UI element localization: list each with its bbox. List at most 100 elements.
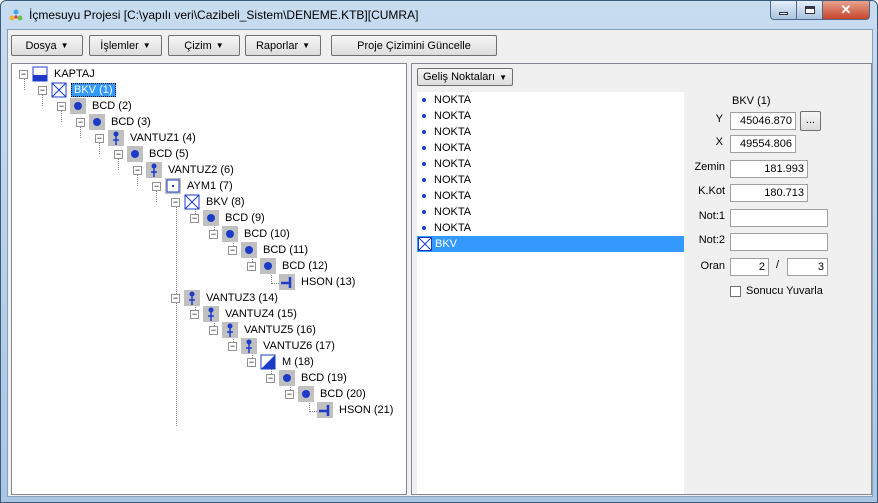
minimize-button[interactable] (770, 1, 797, 20)
incoming-point-item[interactable]: NOKTA (417, 220, 684, 236)
y-input[interactable]: 45046.870 (730, 112, 796, 130)
collapse-toggle[interactable]: − (266, 373, 275, 383)
bcd-icon (70, 98, 86, 114)
menu-cizim-button[interactable]: Çizim ▼ (168, 35, 240, 56)
tree-node[interactable]: − BCD (10) (209, 226, 292, 242)
oran-denominator-input[interactable]: 3 (787, 258, 828, 276)
m-icon (260, 354, 276, 370)
kkot-input[interactable]: 180.713 (730, 184, 808, 202)
collapse-toggle[interactable]: − (228, 245, 237, 255)
browse-button[interactable]: ... (800, 111, 821, 131)
tree-node[interactable]: − BCD (20) (285, 386, 368, 402)
tree-node[interactable]: − BCD (3) (76, 114, 153, 130)
incoming-point-label: NOKTA (434, 94, 472, 106)
round-result-label: Sonucu Yuvarla (746, 285, 823, 297)
y-label: Y (715, 113, 723, 125)
vantuz-icon (203, 306, 219, 322)
tree-node[interactable]: − VANTUZ4 (15) (190, 306, 299, 322)
collapse-toggle[interactable]: − (209, 229, 218, 239)
collapse-toggle[interactable]: − (171, 293, 180, 303)
bcd-icon (279, 370, 295, 386)
collapse-toggle[interactable]: − (190, 213, 199, 223)
tree-node[interactable]: − BCD (12) (247, 258, 330, 274)
collapse-toggle[interactable]: − (95, 133, 104, 143)
tree-node[interactable]: − BKV (8) (171, 194, 247, 210)
collapse-toggle[interactable]: − (171, 197, 180, 207)
incoming-point-item[interactable]: NOKTA (417, 140, 684, 156)
collapse-toggle[interactable]: − (209, 325, 218, 335)
tree-node[interactable]: HSON (13) (266, 274, 357, 290)
incoming-point-item[interactable]: NOKTA (417, 156, 684, 172)
incoming-point-item[interactable]: NOKTA (417, 124, 684, 140)
collapse-toggle[interactable]: − (228, 341, 237, 351)
collapse-toggle[interactable]: − (114, 149, 123, 159)
not2-label: Not:2 (698, 234, 725, 246)
tree-node[interactable]: − VANTUZ5 (16) (209, 322, 318, 338)
tree-node[interactable]: − BCD (5) (114, 146, 191, 162)
menu-dosya-button[interactable]: Dosya ▼ (11, 35, 83, 56)
incoming-point-item[interactable]: NOKTA (417, 108, 684, 124)
incoming-point-label: BKV (435, 238, 458, 250)
bcd-icon (203, 210, 219, 226)
tree-node-label: AYM1 (7) (187, 180, 233, 192)
tree-node-label: BCD (11) (263, 244, 309, 256)
maximize-button[interactable] (796, 1, 823, 20)
collapse-toggle[interactable]: − (57, 101, 66, 111)
incoming-point-item[interactable]: BKV (417, 236, 684, 252)
tree-node[interactable]: − M (18) (247, 354, 316, 370)
tree-node[interactable]: − BKV (1) (38, 82, 116, 98)
menu-raporlar-button[interactable]: Raporlar ▼ (245, 35, 321, 56)
collapse-toggle[interactable]: − (190, 309, 199, 319)
incoming-point-label: NOKTA (434, 158, 472, 170)
tree-node-label: BCD (5) (149, 148, 189, 160)
incoming-point-label: NOKTA (434, 142, 472, 154)
incoming-point-item[interactable]: NOKTA (417, 172, 684, 188)
incoming-point-item[interactable]: NOKTA (417, 204, 684, 220)
hson-icon (279, 274, 295, 290)
collapse-toggle[interactable]: − (133, 165, 142, 175)
incoming-points-dropdown[interactable]: Geliş Noktaları ▼ (417, 68, 513, 86)
menu-dosya-label: Dosya (25, 39, 57, 52)
tree-node[interactable]: − AYM1 (7) (152, 178, 235, 194)
tree-node-label: VANTUZ6 (17) (263, 340, 335, 352)
not2-input[interactable] (730, 233, 828, 251)
tree-node[interactable]: − VANTUZ6 (17) (228, 338, 337, 354)
tree-node[interactable]: − KAPTAJ (19, 66, 97, 82)
point-dot-icon (422, 226, 426, 230)
tree-node[interactable]: − VANTUZ3 (14) (171, 290, 280, 306)
update-drawing-button[interactable]: Proje Çizimini Güncelle (331, 35, 497, 56)
round-result-checkbox[interactable] (730, 286, 741, 297)
oran-label: Oran (700, 260, 725, 272)
close-button[interactable]: ✕ (822, 1, 870, 20)
network-tree[interactable]: − KAPTAJ − BKV (1) − BCD (2) − BCD (3) − VANTUZ1 … (11, 63, 407, 495)
title-bar[interactable]: İçmesuyu Projesi [C:\yapılı veri\Cazibel… (1, 1, 877, 29)
toolbar: Dosya ▼ İşlemler ▼ Çizim ▼ Raporlar ▼ Proje … (8, 30, 872, 60)
collapse-toggle[interactable]: − (247, 261, 256, 271)
tree-node[interactable]: − BCD (2) (57, 98, 134, 114)
incoming-point-item[interactable]: NOKTA (417, 92, 684, 108)
tree-node[interactable]: − VANTUZ1 (4) (95, 130, 198, 146)
collapse-toggle[interactable]: − (152, 181, 161, 191)
collapse-toggle[interactable]: − (285, 389, 294, 399)
tree-node[interactable]: − BCD (9) (190, 210, 267, 226)
point-dot-icon (422, 194, 426, 198)
tree-node[interactable]: − BCD (11) (228, 242, 310, 258)
collapse-toggle[interactable]: − (19, 69, 28, 79)
tree-node[interactable]: − VANTUZ2 (6) (133, 162, 236, 178)
collapse-toggle[interactable]: − (76, 117, 85, 127)
vantuz-icon (146, 162, 162, 178)
incoming-points-list[interactable]: NOKTA NOKTA NOKTA NOKTA NOKTA NOKTA NOKTA NOKTA… (417, 92, 684, 494)
tree-node[interactable]: HSON (21) (304, 402, 395, 418)
oran-numerator-input[interactable]: 2 (730, 258, 769, 276)
x-label: X (715, 136, 723, 148)
collapse-toggle[interactable]: − (247, 357, 256, 367)
tree-node-label: VANTUZ1 (4) (130, 132, 196, 144)
dropdown-arrow-icon: ▼ (499, 72, 508, 82)
tree-node[interactable]: − BCD (19) (266, 370, 349, 386)
zemin-input[interactable]: 181.993 (730, 160, 808, 178)
menu-islemler-button[interactable]: İşlemler ▼ (89, 35, 162, 56)
x-input[interactable]: 49554.806 (730, 135, 796, 153)
collapse-toggle[interactable]: − (38, 85, 47, 95)
not1-input[interactable] (730, 209, 828, 227)
incoming-point-item[interactable]: NOKTA (417, 188, 684, 204)
